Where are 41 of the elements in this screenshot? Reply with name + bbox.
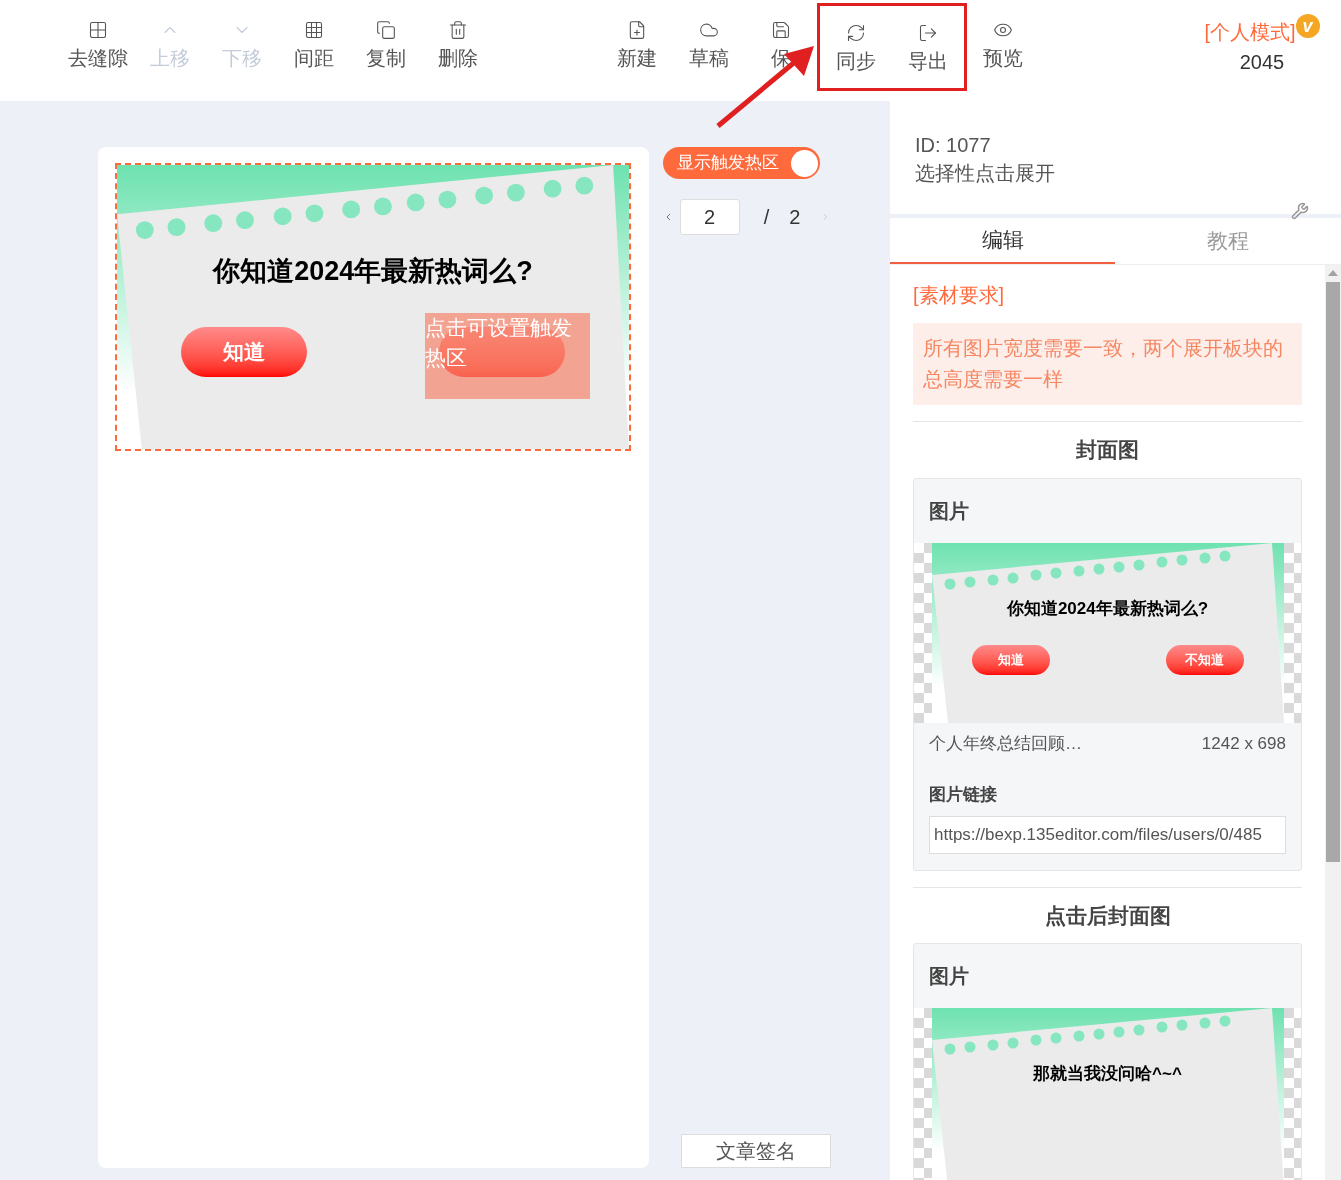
component-name: 选择性点击展开 [915, 161, 1056, 186]
toolbar-button[interactable]: 复制 [350, 20, 422, 72]
trash-icon [448, 20, 468, 40]
card-title: 图片 [928, 498, 970, 524]
selected-block-frame[interactable]: 你知道2024年最新热词么? 知道 点击可设置触发热区 [115, 163, 631, 451]
component-id: ID: 1077 [915, 133, 992, 158]
poster-title: 你知道2024年最新热词么? [213, 255, 533, 288]
requirements-note: 所有图片宽度需要一致，两个展开板块的总高度需要一样 [913, 323, 1302, 405]
poster-button: 知道 [181, 327, 307, 377]
poster-title: 那就当我没问哈^~^ [1033, 1063, 1182, 1085]
section-title: 点击后封面图 [1043, 902, 1172, 929]
toolbar-button[interactable]: 草稿 [673, 20, 745, 72]
vip-badge: v [1295, 14, 1320, 38]
copy-icon [376, 20, 396, 40]
image-size: 1242 x 698 [1201, 732, 1286, 755]
panel-tab[interactable]: 编辑 [890, 218, 1115, 264]
toolbar-button[interactable]: 间距 [278, 20, 350, 72]
file-name: 个人年终总结回顾… [929, 732, 1082, 755]
toolbar-button[interactable]: 预览 [967, 20, 1039, 72]
toolbar-button[interactable]: 去缝隙 [62, 20, 134, 72]
sync-icon [846, 23, 866, 43]
page-separator: / [763, 205, 770, 230]
toolbar-button[interactable]: 删除 [422, 20, 494, 72]
scrollbar[interactable] [1325, 265, 1341, 1180]
card-title: 图片 [928, 964, 970, 989]
file-plus-icon [627, 20, 647, 40]
poster-title: 你知道2024年最新热词么? [1006, 597, 1209, 620]
page-input[interactable]: 2 [679, 199, 740, 235]
grid-square-icon [88, 20, 108, 40]
toolbar-button[interactable]: 新建 [601, 20, 673, 72]
link-label: 图片链接 [928, 784, 998, 806]
count-text: 2045 [1239, 50, 1285, 75]
grid-icon [304, 20, 324, 40]
export-icon [918, 23, 938, 43]
image-link-field[interactable]: https://bexp.135editor.com/files/users/0/485 [929, 815, 1286, 854]
requirements-title: [素材要求] [913, 283, 1006, 308]
signature-button[interactable]: 文章签名 [681, 1134, 831, 1168]
section-title: 封面图 [1075, 437, 1140, 463]
page-total: 2 [789, 205, 801, 230]
save-icon [771, 20, 791, 40]
tools-icon[interactable] [1291, 202, 1309, 220]
